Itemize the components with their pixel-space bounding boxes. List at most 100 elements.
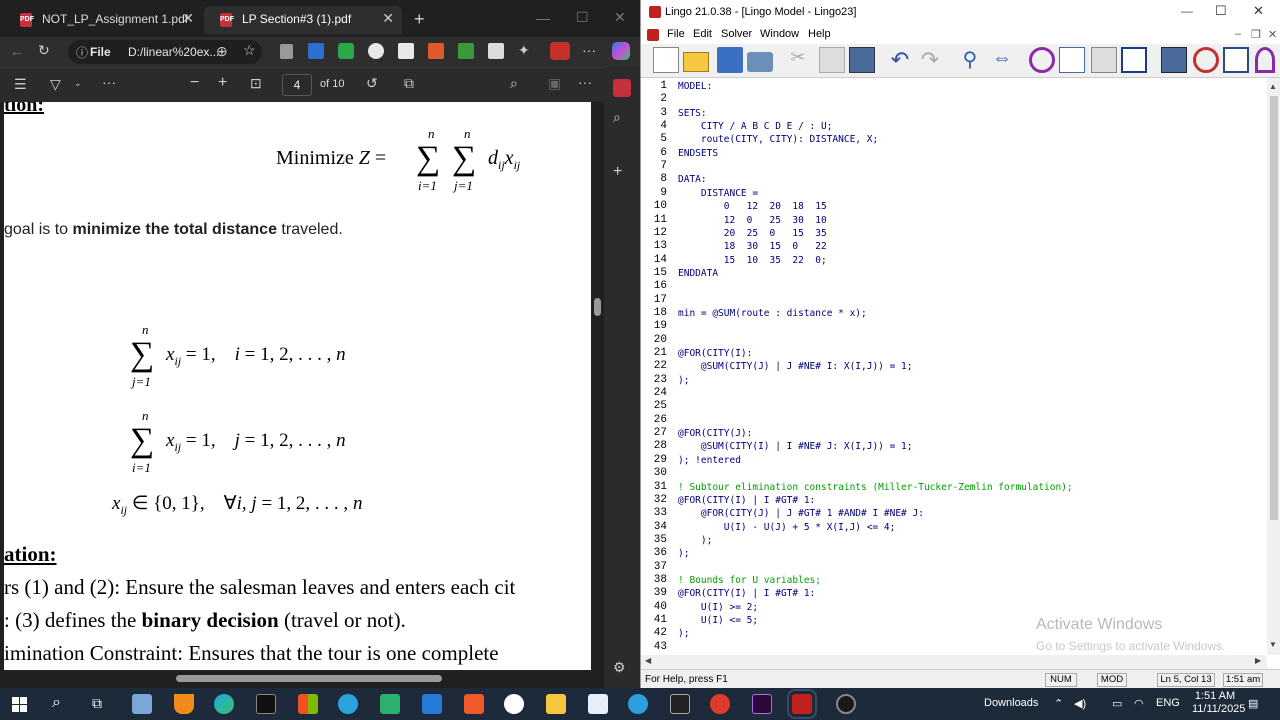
extension-green-icon[interactable]	[338, 43, 354, 59]
contents-list-icon[interactable]: ☰	[14, 76, 27, 93]
address-bar[interactable]: ⓘ File D:/linear%20ex...	[68, 40, 262, 64]
start-windows-icon[interactable]	[12, 697, 27, 712]
tile-icon[interactable]	[1223, 47, 1249, 73]
fit-page-icon[interactable]: ⊡	[250, 75, 262, 92]
lingo-minimize-icon[interactable]: —	[1181, 4, 1193, 18]
pdf-app-icon[interactable]	[613, 79, 631, 97]
redo-icon[interactable]: ↷	[917, 47, 943, 73]
editor-horizontal-scrollbar[interactable]: ◀ ▶	[641, 655, 1267, 669]
scroll-left-icon[interactable]: ◀	[645, 656, 651, 665]
wifi-icon[interactable]: ◠	[1134, 697, 1144, 710]
vlc-icon[interactable]	[174, 694, 194, 714]
close-tab-icon[interactable]: ✕	[382, 10, 394, 27]
pdf-more-icon[interactable]: ···	[578, 74, 592, 90]
notification-icon[interactable]: ▤	[1248, 697, 1258, 710]
check-icon[interactable]	[1121, 47, 1147, 73]
highlight-icon[interactable]: ▽	[50, 76, 61, 93]
tab-lp-section3[interactable]: PDF LP Section#3 (1).pdf ✕	[204, 6, 402, 34]
clock[interactable]: 1:51 AM 11/11/2025	[1192, 690, 1245, 716]
more-menu-icon[interactable]: ···	[582, 42, 596, 58]
outlook-extension-icon[interactable]	[308, 43, 324, 59]
extension-download-icon[interactable]	[458, 43, 474, 59]
vscode-icon[interactable]	[422, 694, 442, 714]
settings-gear-icon[interactable]: ⚙	[613, 659, 626, 676]
chevron-down-icon[interactable]: ⌄	[74, 78, 82, 89]
menu-solver[interactable]: Solver	[721, 28, 752, 40]
refresh-icon[interactable]: ↻	[38, 42, 50, 59]
favorite-star-icon[interactable]: ☆	[243, 42, 256, 59]
scroll-thumb[interactable]	[176, 675, 442, 682]
zoom-out-icon[interactable]: −	[190, 74, 199, 92]
menu-file[interactable]: File	[667, 28, 685, 40]
language-indicator[interactable]: ENG	[1156, 697, 1180, 709]
generate-icon[interactable]	[1091, 47, 1117, 73]
new-file-icon[interactable]	[653, 47, 679, 73]
find-icon[interactable]: ⚲	[957, 47, 983, 73]
new-tab-icon[interactable]: +	[414, 9, 425, 30]
goto-icon[interactable]: ⇔	[989, 47, 1015, 73]
copilot-icon[interactable]	[612, 42, 630, 60]
editor-vertical-scrollbar[interactable]: ▲ ▼	[1267, 78, 1280, 655]
chrome-icon[interactable]	[504, 694, 524, 714]
app-blue-icon[interactable]	[588, 694, 608, 714]
extension-white-icon[interactable]	[368, 43, 384, 59]
terminal-icon[interactable]	[256, 694, 276, 714]
extensions-puzzle-icon[interactable]: ✦	[518, 42, 530, 59]
capcut-icon[interactable]	[670, 694, 690, 714]
draw-more-icon[interactable]: ···	[102, 74, 116, 90]
extension-orange-icon[interactable]	[428, 43, 444, 59]
rotate-icon[interactable]: ↺	[366, 75, 378, 92]
page-number-input[interactable]: 4	[282, 74, 312, 96]
trash-icon[interactable]	[280, 44, 293, 59]
menu-help[interactable]: Help	[808, 28, 831, 40]
extension-gray-icon[interactable]	[488, 43, 504, 59]
close-all-icon[interactable]	[1193, 47, 1219, 73]
home-icon[interactable]	[398, 43, 414, 59]
menu-edit[interactable]: Edit	[693, 28, 712, 40]
sidebar-search-icon[interactable]: ⌕	[613, 109, 621, 126]
copy-icon[interactable]	[819, 47, 845, 73]
formula-icon[interactable]	[1059, 47, 1085, 73]
tray-overflow-icon[interactable]: ⌃	[1054, 697, 1063, 710]
maximize-icon[interactable]: ☐	[576, 9, 589, 26]
doc-close-icon[interactable]: ✕	[1268, 28, 1277, 41]
search-icon[interactable]: ⌕	[510, 75, 518, 92]
page-view-icon[interactable]: ⧉	[404, 75, 414, 92]
pdf-horizontal-scrollbar[interactable]	[4, 670, 591, 688]
telegram-icon[interactable]	[338, 694, 358, 714]
obs-icon[interactable]	[836, 694, 856, 714]
premiere-icon[interactable]	[752, 694, 772, 714]
app-file-explorer-pinned-icon[interactable]	[132, 694, 152, 714]
lingo-close-icon[interactable]: ✕	[1253, 3, 1264, 19]
doc-minimize-icon[interactable]: –	[1235, 28, 1241, 40]
scroll-thumb[interactable]	[1270, 96, 1278, 520]
undo-icon[interactable]: ↶	[887, 47, 913, 73]
doc-restore-icon[interactable]: ❐	[1251, 28, 1261, 41]
print-icon[interactable]	[747, 52, 773, 72]
scroll-down-icon[interactable]: ▼	[1269, 640, 1277, 649]
save-icon[interactable]: ▣	[548, 75, 561, 92]
minimize-icon[interactable]: —	[536, 10, 550, 26]
paste-icon[interactable]	[849, 47, 875, 73]
scroll-right-icon[interactable]: ▶	[1255, 656, 1261, 665]
scroll-thumb[interactable]	[594, 298, 601, 316]
ms-store-icon[interactable]	[298, 694, 318, 714]
task-view-icon[interactable]: ⧉	[92, 695, 102, 712]
lingo-maximize-icon[interactable]: ☐	[1215, 3, 1227, 19]
taskbar-search-icon[interactable]: ⌕	[52, 694, 61, 712]
save-disk-icon[interactable]	[717, 47, 743, 73]
close-tab-icon[interactable]: ✕	[182, 10, 194, 27]
red-app-icon[interactable]	[710, 694, 730, 714]
edge-icon[interactable]	[214, 694, 234, 714]
open-folder-icon[interactable]	[683, 52, 709, 72]
cut-icon[interactable]: ✂	[785, 47, 811, 73]
menu-window[interactable]: Window	[760, 28, 799, 40]
help-icon[interactable]	[1255, 47, 1275, 73]
back-icon[interactable]: ←	[10, 43, 24, 59]
zoom-in-icon[interactable]: +	[218, 74, 227, 92]
folder-icon[interactable]	[546, 694, 566, 714]
solve-target-icon[interactable]	[1029, 47, 1055, 73]
window-icon[interactable]	[1161, 47, 1187, 73]
sidebar-add-icon[interactable]: +	[613, 163, 622, 181]
battery-icon[interactable]: ▭	[1112, 697, 1122, 710]
